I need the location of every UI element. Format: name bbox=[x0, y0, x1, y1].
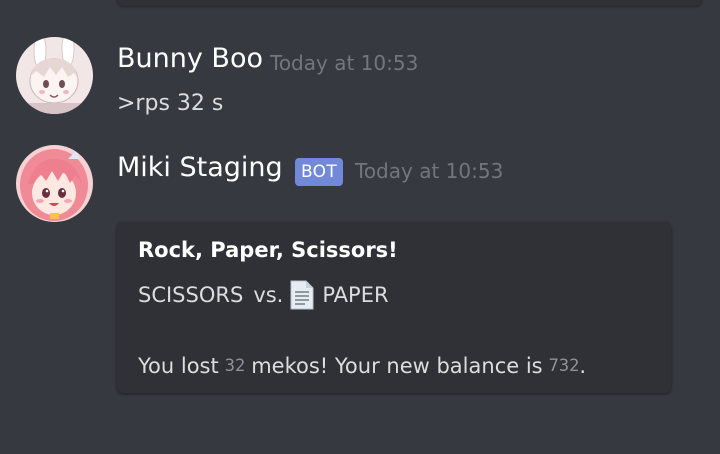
avatar[interactable] bbox=[16, 37, 93, 114]
author-name[interactable]: Miki Staging bbox=[117, 151, 283, 185]
versus-label: vs. bbox=[253, 283, 284, 307]
player-choice: SCISSORS bbox=[138, 283, 244, 307]
result-prefix: You lost bbox=[138, 354, 219, 378]
author-name[interactable]: Bunny Boo bbox=[117, 42, 263, 76]
avatar[interactable] bbox=[16, 145, 93, 222]
miki-staging-avatar-icon bbox=[16, 145, 93, 222]
previous-embed bbox=[117, 0, 702, 6]
embed-result-line: You lost 32 mekos! Your new balance is 7… bbox=[138, 351, 586, 381]
message-timestamp[interactable]: Today at 10:53 bbox=[355, 158, 503, 184]
bot-tag-badge: BOT bbox=[295, 158, 344, 186]
rps-result-embed: Rock, Paper, Scissors! SCISSORS vs. PAPE… bbox=[117, 222, 671, 393]
page-facing-up-icon bbox=[289, 280, 315, 310]
bot-choice: PAPER bbox=[322, 283, 389, 307]
new-balance: 732 bbox=[548, 356, 580, 376]
bunny-boo-avatar-icon bbox=[16, 37, 93, 114]
message-timestamp[interactable]: Today at 10:53 bbox=[270, 50, 418, 76]
result-middle: mekos! Your new balance is bbox=[251, 354, 543, 378]
message-content: >rps 32 s bbox=[117, 91, 224, 116]
lost-amount: 32 bbox=[224, 356, 246, 376]
embed-matchup-line: SCISSORS vs. PAPER bbox=[138, 280, 389, 310]
chat-pane: Bunny Boo Today at 10:53 >rps 32 s Miki … bbox=[0, 0, 720, 454]
result-suffix: . bbox=[579, 354, 587, 378]
embed-title: Rock, Paper, Scissors! bbox=[138, 238, 398, 262]
